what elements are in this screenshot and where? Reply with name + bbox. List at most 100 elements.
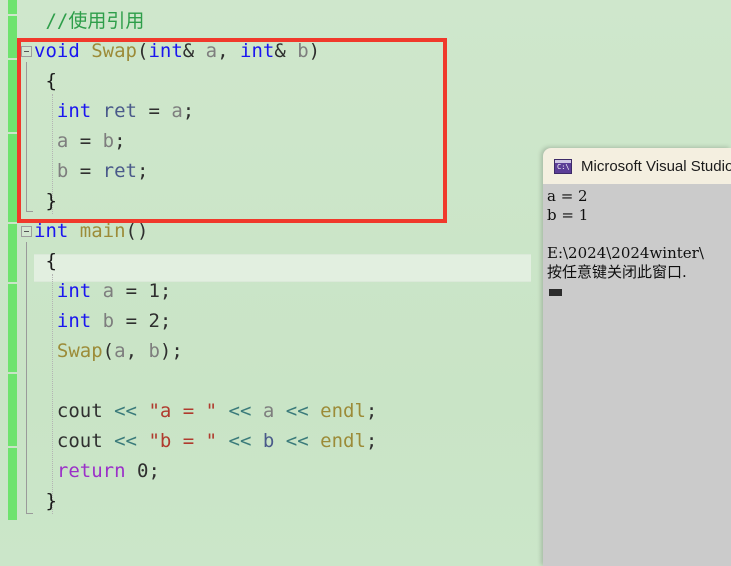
code-token: main xyxy=(79,220,126,242)
code-token: a xyxy=(262,400,275,422)
code-token: ret xyxy=(102,100,137,122)
code-token: a xyxy=(171,100,183,122)
code-token: int xyxy=(56,280,92,302)
console-output-window[interactable]: C:\ Microsoft Visual Studio a = 2b = 1 E:… xyxy=(543,148,731,566)
changed-lines-margin-strip xyxy=(8,448,17,520)
code-token: { xyxy=(45,70,57,92)
code-line[interactable]: cout << "a = " << a << endl; xyxy=(34,396,377,426)
code-token: , xyxy=(125,340,149,362)
code-token: a xyxy=(205,40,218,62)
code-line[interactable]: //使用引用 xyxy=(34,6,144,36)
code-token: int xyxy=(148,40,183,62)
code-token: = xyxy=(68,130,103,152)
code-token: , xyxy=(217,40,240,62)
code-token: ret xyxy=(102,160,137,182)
code-token: ; xyxy=(159,280,172,302)
code-token: b xyxy=(148,340,160,362)
changed-lines-margin-strip xyxy=(8,374,17,446)
changed-lines-margin-strip xyxy=(8,224,17,282)
code-line[interactable]: int main() xyxy=(34,216,148,246)
code-token: ; xyxy=(137,160,149,182)
code-token: << xyxy=(285,430,309,452)
code-token: ; xyxy=(182,100,195,122)
changed-lines-margin-strip xyxy=(8,60,17,132)
console-line: b = 1 xyxy=(547,206,589,224)
code-token: void xyxy=(34,40,80,62)
code-token: } xyxy=(45,490,57,512)
code-token: int xyxy=(34,220,69,242)
code-line[interactable] xyxy=(34,366,57,396)
console-window-icon: C:\ xyxy=(554,158,572,174)
code-token: 2 xyxy=(148,310,160,332)
code-token: b xyxy=(102,310,115,332)
code-token: b xyxy=(56,160,69,182)
console-output-text: a = 2b = 1 E:\2024\2024winter\ 按任意键关闭此窗口. xyxy=(543,184,731,296)
console-line: E:\2024\2024winter\ xyxy=(547,244,704,262)
fold-region-line-swap xyxy=(26,62,33,212)
code-token: << xyxy=(285,400,309,422)
console-icon-prompt-glyph: C:\ xyxy=(557,162,570,171)
code-token: () xyxy=(125,220,149,242)
code-line[interactable]: return 0; xyxy=(34,456,160,486)
code-token: } xyxy=(45,190,57,212)
code-token: Swap xyxy=(56,340,103,362)
code-token: & xyxy=(182,40,206,62)
code-token: << xyxy=(228,430,252,452)
console-cursor xyxy=(549,289,562,296)
code-line[interactable]: { xyxy=(34,246,57,276)
code-token: int xyxy=(56,100,92,122)
code-token: & xyxy=(274,40,298,62)
code-line[interactable]: Swap(a, b); xyxy=(34,336,183,366)
code-line[interactable]: a = b; xyxy=(34,126,126,156)
code-token: cout xyxy=(56,430,103,452)
code-token: a xyxy=(56,130,69,152)
code-token: ; xyxy=(365,400,378,422)
code-token: << xyxy=(114,430,137,452)
code-token: << xyxy=(228,400,252,422)
code-token: ; xyxy=(148,460,160,482)
console-titlebar[interactable]: C:\ Microsoft Visual Studio xyxy=(543,148,731,184)
console-line: 按任意键关闭此窗口. xyxy=(547,263,687,281)
code-line[interactable]: { xyxy=(34,66,57,96)
fold-marker-swap-icon[interactable] xyxy=(21,46,32,57)
code-token: "b = " xyxy=(148,430,218,452)
code-token: int xyxy=(240,40,275,62)
code-line[interactable]: void Swap(int& a, int& b) xyxy=(34,36,320,66)
changed-lines-margin-strip xyxy=(8,284,17,372)
code-line[interactable]: } xyxy=(34,186,57,216)
code-token: return xyxy=(56,460,126,482)
code-token: ); xyxy=(159,340,183,362)
code-token: { xyxy=(45,250,57,272)
changed-lines-margin-strip xyxy=(8,0,17,14)
console-line: a = 2 xyxy=(547,187,588,205)
code-token: ; xyxy=(365,430,378,452)
code-line[interactable]: } xyxy=(34,486,57,516)
code-line[interactable]: b = ret; xyxy=(34,156,149,186)
code-token: b xyxy=(297,40,309,62)
code-token: = xyxy=(114,310,149,332)
code-line[interactable]: cout << "b = " << b << endl; xyxy=(34,426,377,456)
code-line[interactable]: int ret = a; xyxy=(34,96,194,126)
fold-marker-main-icon[interactable] xyxy=(21,226,32,237)
code-token: endl xyxy=(320,430,366,452)
code-token: << xyxy=(114,400,137,422)
code-token: Swap xyxy=(91,40,137,62)
code-line[interactable]: int b = 2; xyxy=(34,306,171,336)
code-token: 0 xyxy=(136,460,149,482)
code-line[interactable]: int a = 1; xyxy=(34,276,171,306)
code-token: cout xyxy=(56,400,103,422)
